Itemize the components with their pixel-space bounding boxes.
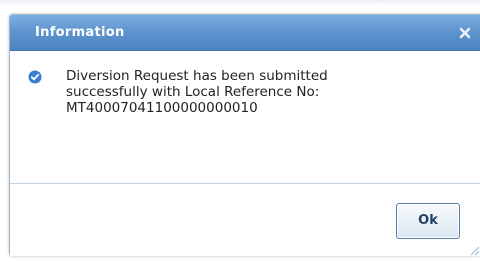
dialog-titlebar[interactable]: Information [10,15,480,51]
dialog-message: Diversion Request has been submitted suc… [66,68,446,116]
close-icon[interactable] [458,26,472,40]
dialog-footer: Ok [10,184,480,256]
dialog-title: Information [35,25,125,40]
check-circle-icon [28,70,42,84]
ok-button[interactable]: Ok [396,203,460,239]
message-line: Diversion Request has been submitted [66,68,328,84]
message-line: successfully with Local Reference No: [66,84,320,100]
information-dialog: Information Diversion Request has been s… [9,14,480,256]
message-line: MT40007041100000000010 [66,100,258,116]
dialog-content: Diversion Request has been submitted suc… [10,51,480,192]
resize-grip-icon[interactable] [468,244,480,256]
